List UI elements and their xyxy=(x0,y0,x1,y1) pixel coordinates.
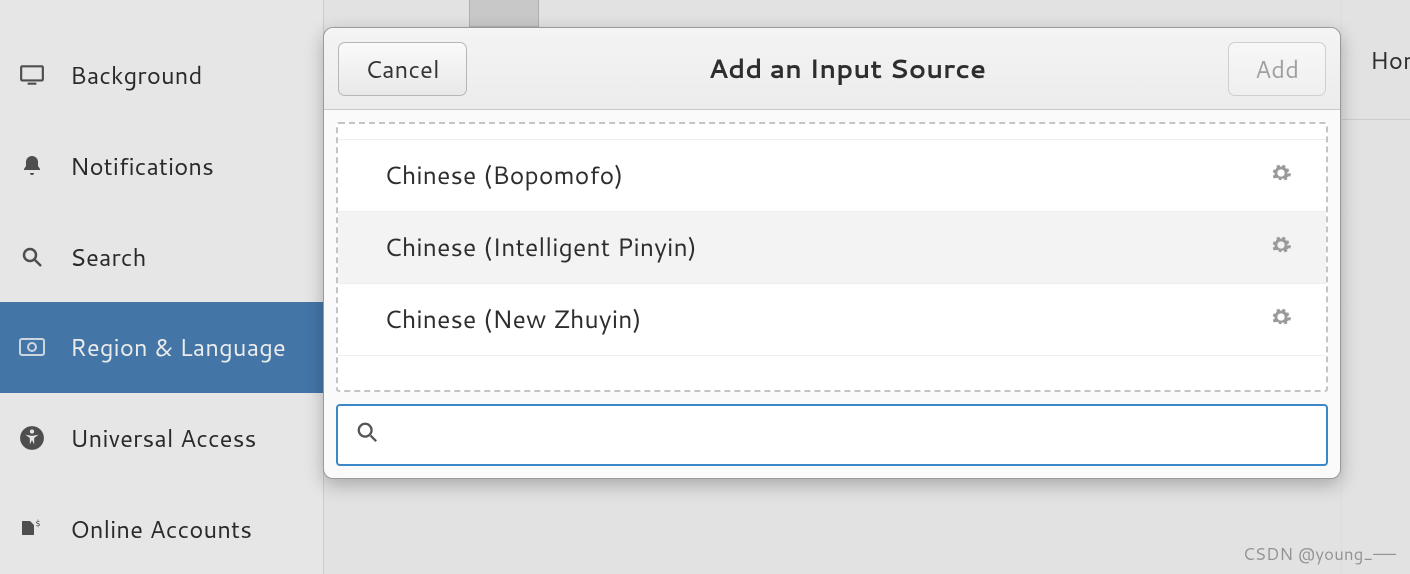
dialog-body: Chinese Chinese (Bopomofo) Chinese (Inte… xyxy=(324,110,1340,478)
gear-icon xyxy=(1270,230,1292,265)
cancel-button[interactable]: Cancel xyxy=(338,42,467,96)
input-source-row[interactable]: Chinese (Bopomofo) xyxy=(338,140,1326,212)
region-icon xyxy=(18,333,46,361)
search-icon xyxy=(356,421,378,449)
right-panel-header: Hon xyxy=(1342,0,1410,120)
bell-icon xyxy=(18,152,46,180)
input-source-row[interactable]: Chinese (Intelligent Pinyin) xyxy=(338,212,1326,284)
settings-sidebar: Background Notifications Search Region &… xyxy=(0,0,323,574)
sidebar-item-online-accounts[interactable]: $ Online Accounts xyxy=(0,483,323,574)
search-icon xyxy=(18,243,46,271)
dialog-header: Cancel Add an Input Source Add xyxy=(324,28,1340,110)
sidebar-item-search[interactable]: Search xyxy=(0,211,323,302)
accessibility-icon xyxy=(18,424,46,452)
add-button[interactable]: Add xyxy=(1228,42,1326,96)
sidebar-item-label: Search xyxy=(70,240,146,274)
input-source-label: Chinese (New Zhuyin) xyxy=(384,302,642,337)
sidebar-item-label: Notifications xyxy=(70,149,214,183)
sidebar-item-background[interactable]: Background xyxy=(0,30,323,121)
input-source-label: Chinese (Bopomofo) xyxy=(384,158,623,193)
dialog-title: Add an Input Source xyxy=(467,51,1228,87)
gear-icon xyxy=(1270,158,1292,193)
gear-icon xyxy=(1270,302,1292,337)
accounts-icon: $ xyxy=(18,515,46,543)
sidebar-item-notifications[interactable]: Notifications xyxy=(0,121,323,212)
right-panel: Hon xyxy=(1341,0,1410,574)
sidebar-item-universal-access[interactable]: Universal Access xyxy=(0,393,323,484)
input-source-list[interactable]: Chinese Chinese (Bopomofo) Chinese (Inte… xyxy=(336,122,1328,392)
sidebar-item-label: Background xyxy=(70,58,202,92)
monitor-icon xyxy=(18,61,46,89)
watermark-text: CSDN @young_—— xyxy=(1243,542,1396,566)
sidebar-item-label: Region & Language xyxy=(70,330,286,364)
sidebar-item-label: Online Accounts xyxy=(70,512,252,546)
input-source-label: Chinese (Intelligent Pinyin) xyxy=(384,230,697,265)
input-source-row[interactable]: Chinese (New Zhuyin) xyxy=(338,284,1326,356)
search-field-wrapper[interactable] xyxy=(336,404,1328,466)
right-panel-header-text: Hon xyxy=(1370,43,1410,77)
svg-text:$: $ xyxy=(35,517,41,531)
input-source-row[interactable]: Chinese xyxy=(338,122,1326,140)
right-panel-row xyxy=(1342,312,1410,408)
search-input[interactable] xyxy=(392,418,1308,452)
sidebar-item-region-language[interactable]: Region & Language xyxy=(0,302,323,393)
header-tab-stub xyxy=(469,0,539,27)
right-panel-row xyxy=(1342,216,1410,312)
sidebar-item-label: Universal Access xyxy=(70,421,256,455)
right-panel-row xyxy=(1342,120,1410,216)
add-input-source-dialog: Cancel Add an Input Source Add Chinese C… xyxy=(323,27,1341,479)
